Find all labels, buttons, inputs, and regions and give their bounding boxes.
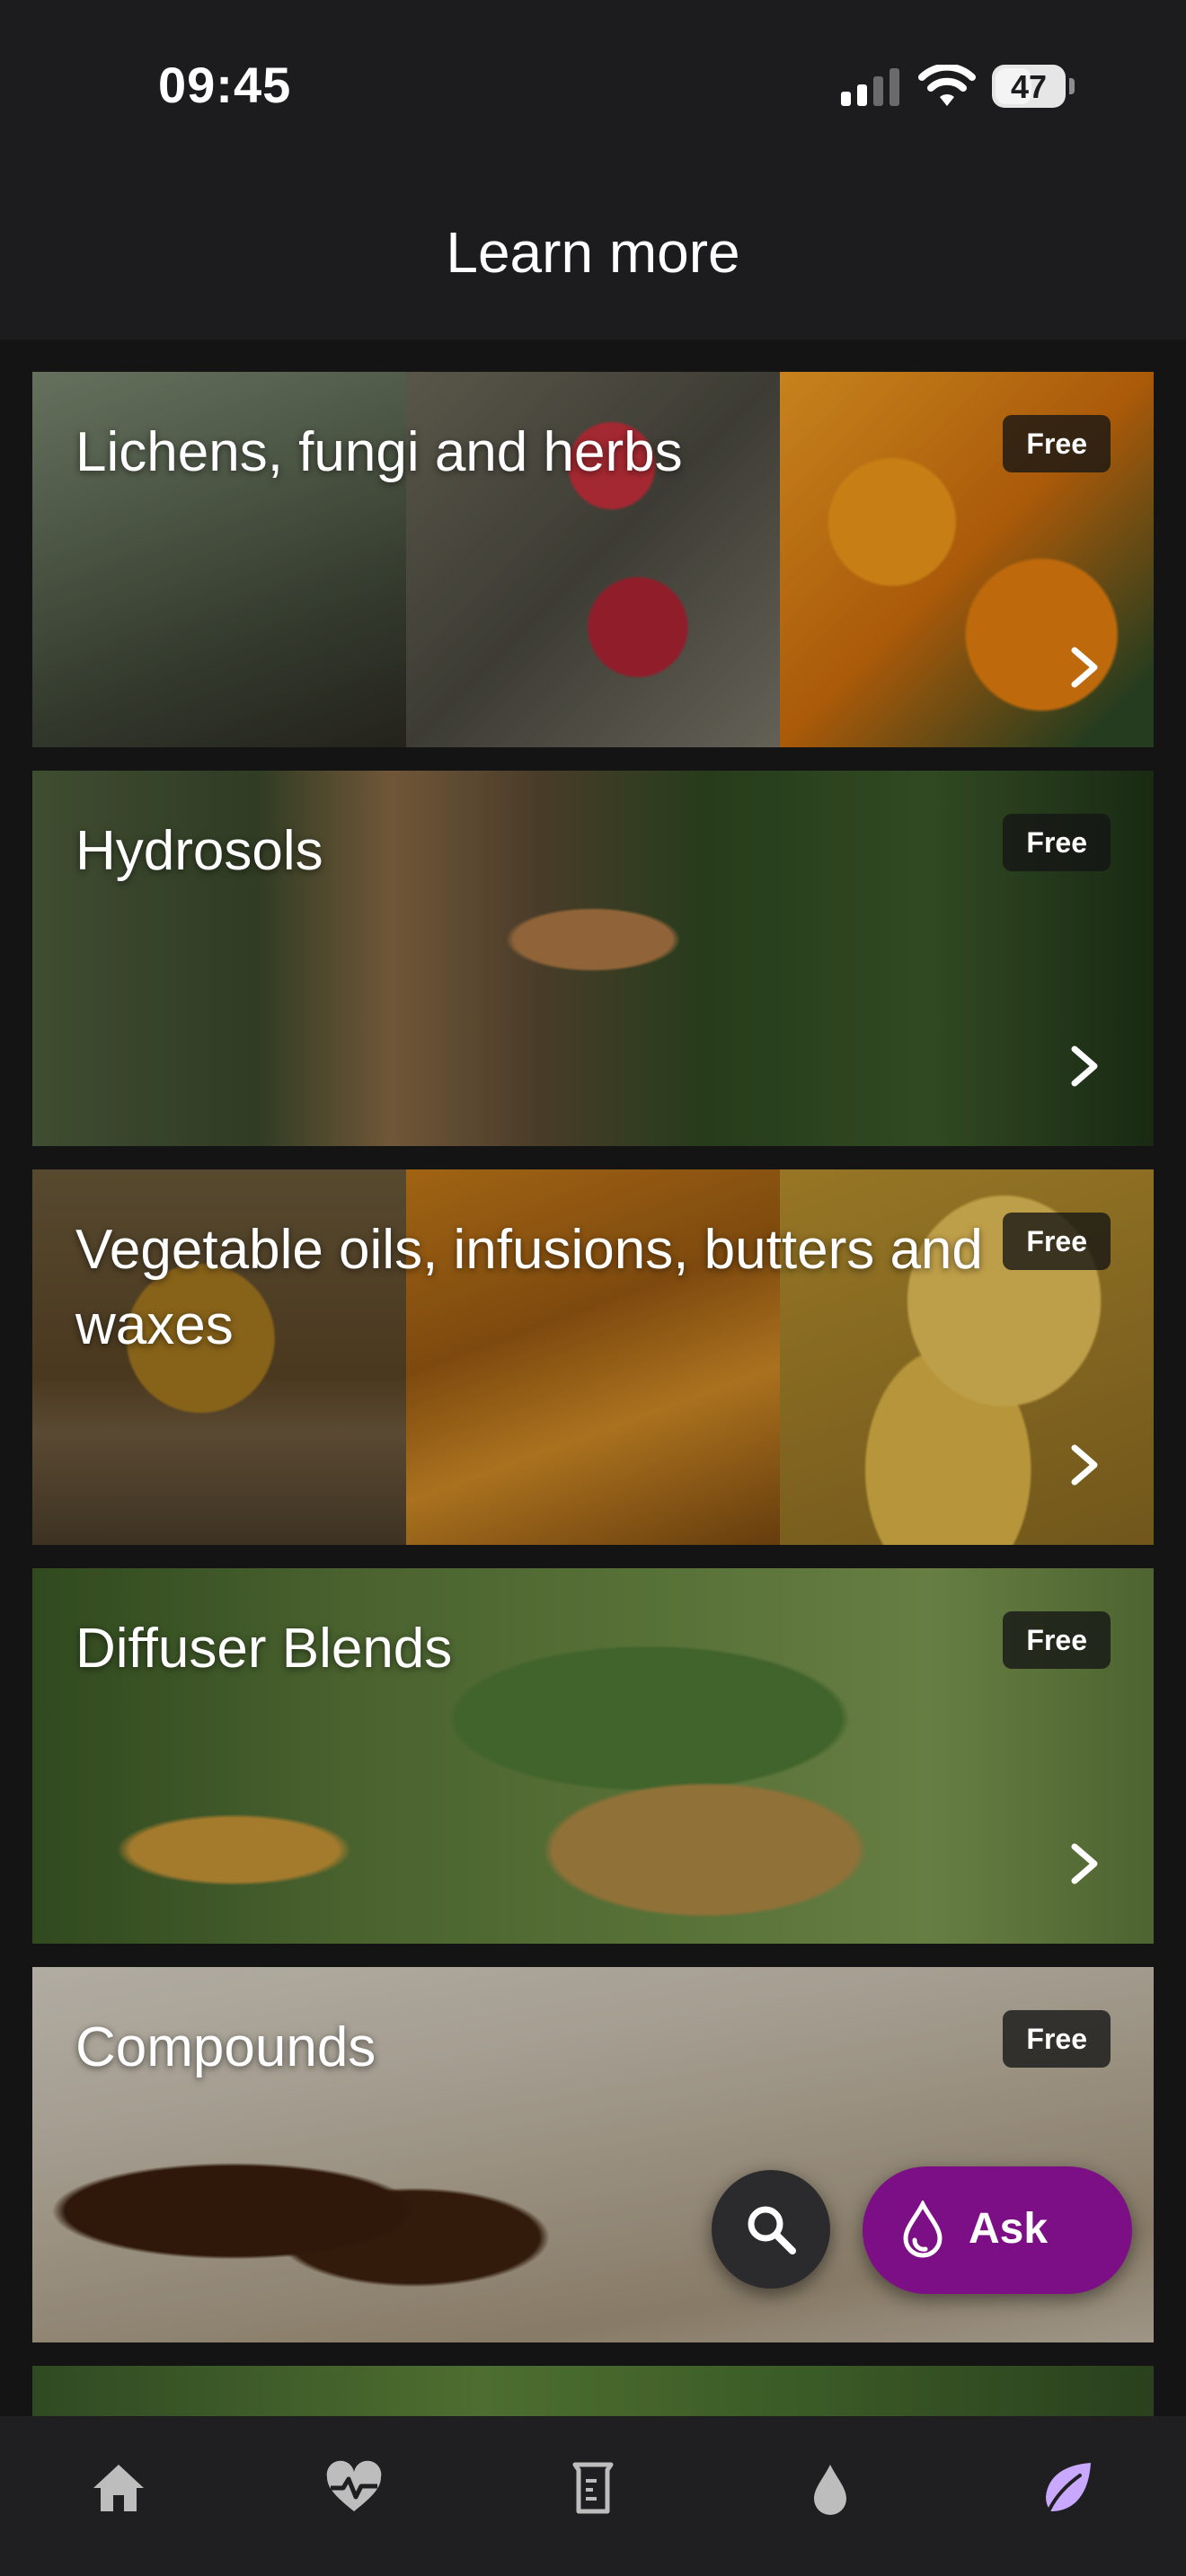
free-badge: Free [1003, 1213, 1111, 1270]
card-partial[interactable] [32, 2366, 1154, 2416]
search-button[interactable] [712, 2170, 830, 2289]
battery-indicator: 47 [992, 65, 1075, 108]
card-image-partial [32, 2366, 1154, 2416]
wifi-icon [918, 65, 976, 106]
battery-level: 47 [1010, 68, 1048, 105]
nav-learn[interactable] [978, 2416, 1157, 2560]
nav-home[interactable] [29, 2416, 208, 2560]
drop-icon [903, 2201, 943, 2258]
ask-button[interactable]: Ask [863, 2166, 1132, 2294]
chevron-right-icon [1071, 1843, 1098, 1884]
bottom-navigation [0, 2416, 1186, 2576]
home-icon [93, 2465, 144, 2511]
status-bar: 09:45 47 [0, 0, 1186, 180]
heartbeat-icon [326, 2460, 382, 2511]
chevron-right-icon [1071, 1045, 1098, 1087]
status-time: 09:45 [158, 57, 292, 113]
card-title: Vegetable oils, infusions, butters and w… [75, 1219, 983, 1356]
free-badge: Free [1003, 415, 1111, 472]
search-icon [748, 2206, 796, 2254]
nav-health[interactable] [264, 2416, 444, 2560]
card-title: Lichens, fungi and herbs [75, 421, 683, 483]
free-badge: Free [1003, 2010, 1111, 2068]
card-title: Diffuser Blends [75, 1618, 453, 1680]
cellular-signal-icon [841, 68, 899, 106]
free-badge: Free [1003, 1611, 1111, 1669]
header: Learn more [0, 180, 1186, 340]
beaker-icon [572, 2462, 614, 2514]
nav-oils[interactable] [740, 2416, 920, 2560]
nav-lab[interactable] [503, 2416, 683, 2560]
card-diffuser-blends[interactable]: Diffuser Blends Free [32, 1568, 1154, 1944]
card-lichens-fungi-herbs[interactable]: Lichens, fungi and herbs Free [32, 372, 1154, 747]
chevron-right-icon [1071, 647, 1098, 688]
chevron-right-icon [1071, 1444, 1098, 1486]
ask-label: Ask [969, 2205, 1049, 2253]
leaf-icon [1046, 2463, 1091, 2511]
card-title: Hydrosols [75, 820, 323, 882]
free-badge: Free [1003, 814, 1111, 871]
card-hydrosols[interactable]: Hydrosols Free [32, 771, 1154, 1146]
drop-icon [814, 2465, 846, 2515]
page-title: Learn more [446, 220, 740, 285]
card-title: Compounds [75, 2016, 376, 2078]
card-vegetable-oils[interactable]: Vegetable oils, infusions, butters and w… [32, 1169, 1154, 1545]
